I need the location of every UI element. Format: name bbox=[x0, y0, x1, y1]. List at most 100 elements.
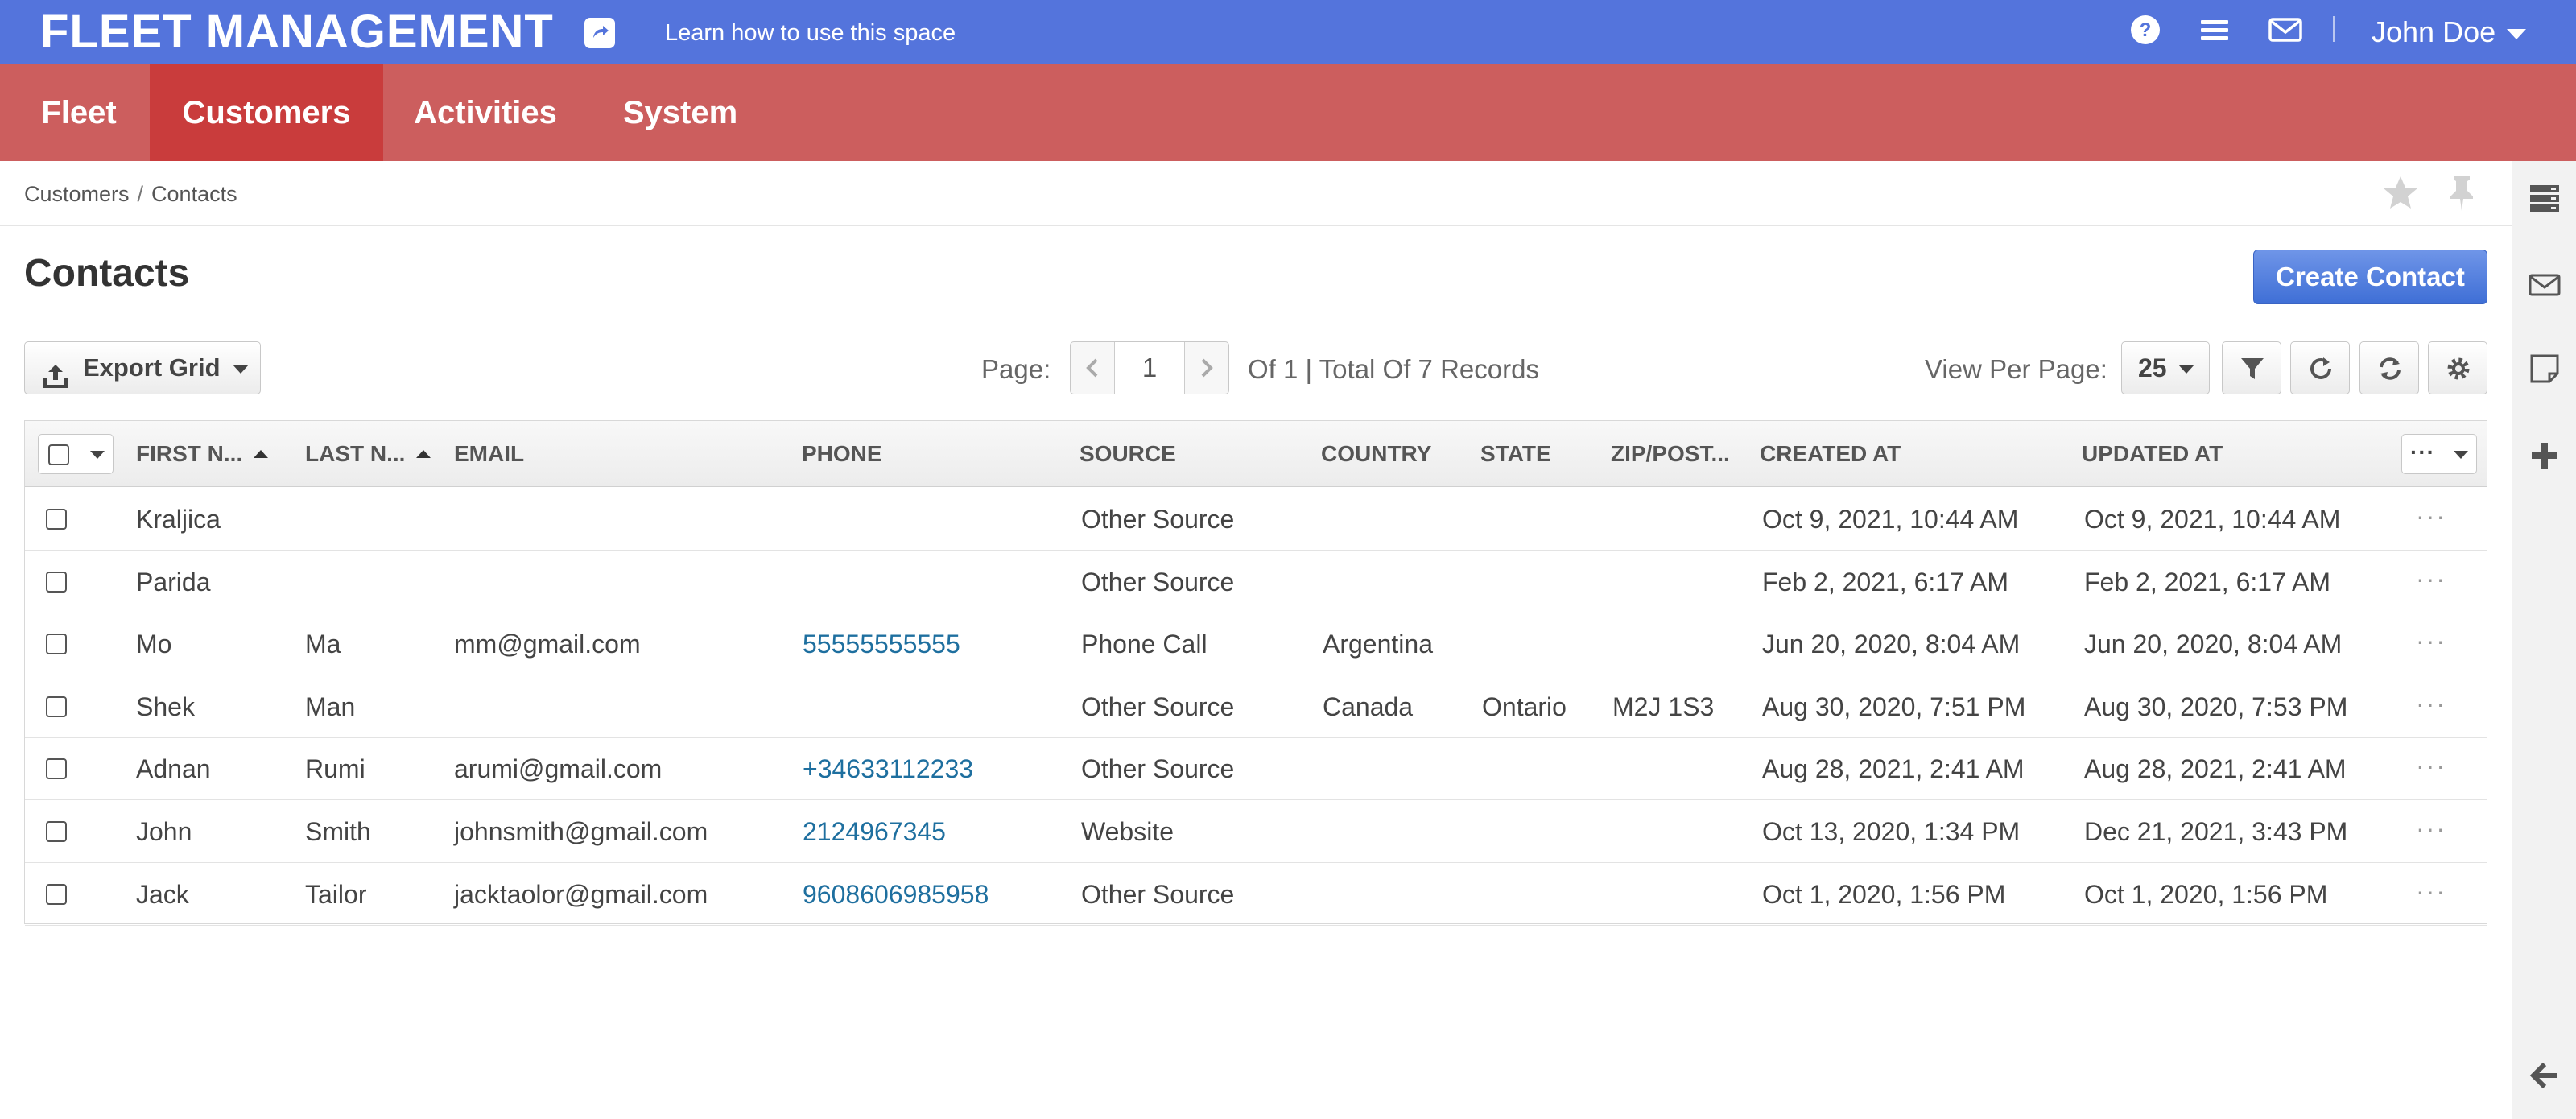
view-per-page-value: 25 bbox=[2138, 353, 2167, 382]
row-actions-icon[interactable]: ··· bbox=[2416, 551, 2446, 613]
header-updated-at[interactable]: UPDATED AT bbox=[2082, 421, 2223, 487]
app-brand[interactable]: FLEET MANAGEMENT bbox=[40, 5, 554, 60]
cell-updated-at: Aug 28, 2021, 2:41 AM bbox=[2084, 754, 2347, 784]
add-icon[interactable] bbox=[2529, 440, 2561, 476]
row-actions-icon[interactable]: ··· bbox=[2416, 863, 2446, 926]
mail-icon[interactable] bbox=[2529, 269, 2561, 305]
page-total: Of 1 | Total Of 7 Records bbox=[1248, 354, 1539, 384]
tab-system[interactable]: System bbox=[605, 64, 755, 161]
help-icon[interactable]: ? bbox=[2130, 14, 2161, 49]
tab-customers[interactable]: Customers bbox=[150, 64, 383, 161]
cell-phone[interactable]: 55555555555 bbox=[803, 613, 960, 675]
page-input[interactable] bbox=[1114, 342, 1185, 394]
cell-updated-at: Aug 30, 2020, 7:53 PM bbox=[2084, 692, 2348, 721]
table-row[interactable]: Adnan Rumi arumi@gmail.com +34633112233 Othe… bbox=[25, 737, 2487, 801]
cell-source: Other Source bbox=[1081, 879, 1235, 909]
sort-asc-icon bbox=[416, 449, 431, 458]
header-email[interactable]: EMAIL bbox=[454, 421, 524, 487]
row-checkbox[interactable] bbox=[46, 883, 67, 905]
header-last-name[interactable]: LAST N... bbox=[305, 421, 431, 487]
row-actions-icon[interactable]: ··· bbox=[2416, 737, 2446, 800]
learn-link[interactable]: Learn how to use this space bbox=[665, 19, 956, 47]
cell-phone[interactable]: 2124967345 bbox=[803, 800, 946, 863]
menu-icon[interactable] bbox=[2199, 14, 2230, 49]
export-grid-button[interactable]: Export Grid bbox=[24, 341, 261, 394]
pin-icon[interactable] bbox=[2446, 174, 2478, 217]
cell-created-at: Aug 28, 2021, 2:41 AM bbox=[1762, 754, 2025, 784]
top-bar: FLEET MANAGEMENT Learn how to use this s… bbox=[0, 0, 2576, 64]
cell-country: Argentina bbox=[1323, 630, 1433, 659]
header-country[interactable]: COUNTRY bbox=[1321, 421, 1431, 487]
column-menu-button[interactable]: ··· bbox=[2401, 434, 2477, 474]
cell-phone[interactable]: 9608606985958 bbox=[803, 863, 989, 926]
cell-phone[interactable]: +34633112233 bbox=[803, 737, 973, 800]
breadcrumb-divider bbox=[0, 225, 2512, 226]
storage-icon[interactable] bbox=[2529, 182, 2561, 218]
table-row[interactable]: Shek Man Other Source Canada Ontario M2J 1S3 A… bbox=[25, 675, 2487, 738]
refresh-button[interactable] bbox=[2359, 341, 2419, 394]
header-zip[interactable]: ZIP/POST... bbox=[1611, 421, 1730, 487]
star-icon[interactable] bbox=[2381, 174, 2420, 217]
header-phone[interactable]: PHONE bbox=[802, 421, 882, 487]
export-grid-label: Export Grid bbox=[83, 353, 221, 382]
right-sidebar bbox=[2512, 161, 2576, 1119]
row-checkbox[interactable] bbox=[46, 571, 67, 593]
cell-created-at: Oct 9, 2021, 10:44 AM bbox=[1762, 505, 2019, 534]
cell-last-name: Tailor bbox=[305, 879, 367, 909]
mail-icon[interactable] bbox=[2268, 14, 2302, 49]
row-actions-icon[interactable]: ··· bbox=[2416, 613, 2446, 675]
create-contact-button[interactable]: Create Contact bbox=[2253, 250, 2487, 304]
upload-icon bbox=[43, 355, 68, 407]
collapse-arrow-icon[interactable] bbox=[2529, 1059, 2561, 1096]
cell-updated-at: Oct 1, 2020, 1:56 PM bbox=[2084, 879, 2328, 909]
cell-updated-at: Dec 21, 2021, 3:43 PM bbox=[2084, 817, 2348, 846]
gear-icon bbox=[2447, 357, 2470, 380]
next-page-button[interactable] bbox=[1185, 342, 1228, 394]
filter-button[interactable] bbox=[2222, 341, 2281, 394]
tab-fleet[interactable]: Fleet bbox=[24, 64, 134, 161]
reset-button[interactable] bbox=[2290, 341, 2350, 394]
share-icon[interactable] bbox=[584, 18, 615, 48]
table-row[interactable]: Mo Ma mm@gmail.com 55555555555 Phone Call Arg… bbox=[25, 613, 2487, 676]
cell-first-name: Parida bbox=[136, 567, 211, 597]
row-actions-icon[interactable]: ··· bbox=[2416, 800, 2446, 863]
header-state[interactable]: STATE bbox=[1480, 421, 1551, 487]
row-checkbox[interactable] bbox=[46, 821, 67, 842]
chevron-down-icon bbox=[2454, 451, 2468, 459]
note-icon[interactable] bbox=[2529, 353, 2561, 389]
prev-page-button[interactable] bbox=[1071, 342, 1114, 394]
svg-text:?: ? bbox=[2140, 19, 2152, 41]
row-checkbox[interactable] bbox=[46, 634, 67, 655]
user-menu[interactable]: John Doe bbox=[2372, 15, 2527, 48]
header-first-name[interactable]: FIRST N... bbox=[136, 421, 269, 487]
table-row[interactable]: John Smith johnsmith@gmail.com 2124967345 We… bbox=[25, 800, 2487, 863]
chevron-down-icon bbox=[2178, 365, 2194, 374]
cell-source: Other Source bbox=[1081, 505, 1235, 534]
view-per-page-select[interactable]: 25 bbox=[2121, 341, 2210, 394]
breadcrumb-parent[interactable]: Customers bbox=[24, 182, 130, 206]
cell-first-name: Mo bbox=[136, 630, 172, 659]
cell-created-at: Feb 2, 2021, 6:17 AM bbox=[1762, 567, 2008, 597]
table-row[interactable]: Kraljica Other Source Oct 9, 2021, 10:44 A… bbox=[25, 488, 2487, 551]
tab-activities[interactable]: Activities bbox=[398, 64, 573, 161]
select-all-dropdown[interactable] bbox=[38, 434, 114, 474]
top-divider bbox=[2333, 16, 2334, 42]
chevron-down-icon bbox=[233, 365, 249, 374]
row-checkbox[interactable] bbox=[46, 696, 67, 717]
row-checkbox[interactable] bbox=[46, 509, 67, 530]
cell-last-name: Rumi bbox=[305, 754, 365, 784]
reset-icon bbox=[2310, 357, 2331, 379]
row-checkbox[interactable] bbox=[46, 758, 67, 780]
header-created-at[interactable]: CREATED AT bbox=[1760, 421, 1901, 487]
user-name: John Doe bbox=[2372, 15, 2496, 48]
table-row[interactable]: Parida Other Source Feb 2, 2021, 6:17 AM Fe… bbox=[25, 551, 2487, 613]
cell-source: Other Source bbox=[1081, 754, 1235, 784]
cell-updated-at: Oct 9, 2021, 10:44 AM bbox=[2084, 505, 2341, 534]
table-row[interactable]: Jack Tailor jacktaolor@gmail.com 9608606985… bbox=[25, 863, 2487, 926]
cell-created-at: Jun 20, 2020, 8:04 AM bbox=[1762, 630, 2021, 659]
header-source[interactable]: SOURCE bbox=[1080, 421, 1176, 487]
row-actions-icon[interactable]: ··· bbox=[2416, 488, 2446, 551]
select-all-checkbox[interactable] bbox=[48, 444, 69, 465]
row-actions-icon[interactable]: ··· bbox=[2416, 675, 2446, 738]
settings-button[interactable] bbox=[2428, 341, 2487, 394]
